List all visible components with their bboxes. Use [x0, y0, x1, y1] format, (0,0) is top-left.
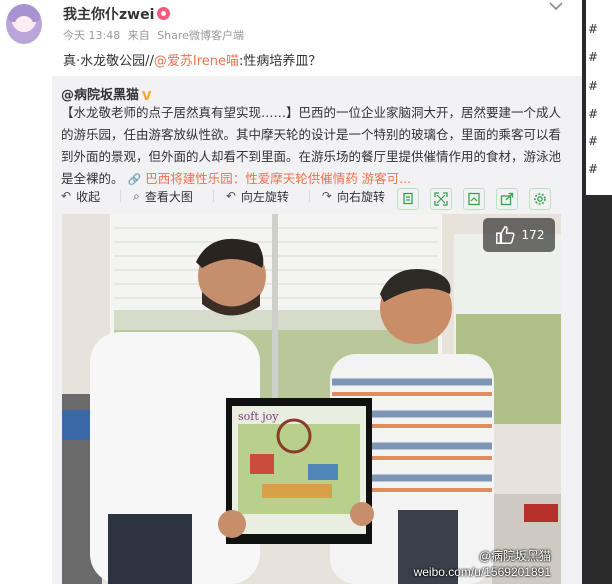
mention-link[interactable]: @爱苏Irene喵: [154, 54, 239, 69]
rotate-left-button[interactable]: ↶ 向左旋转: [226, 188, 289, 205]
rotate-left-label: 向左旋转: [240, 189, 289, 204]
thumbs-up-icon: [495, 226, 515, 244]
view-large-button[interactable]: ⌕ 查看大图: [133, 188, 193, 205]
right-sidebar-strip: # # # # # #: [582, 0, 612, 584]
sidebar-topic-item[interactable]: #: [588, 162, 598, 176]
verified-badge-icon: [157, 7, 171, 20]
repost-body: 【水龙敬老师的点子居然真有望实现……】巴西的一位企业家脑洞大开，居然要建一个成人…: [61, 102, 561, 191]
sidebar-topic-item[interactable]: #: [588, 134, 598, 148]
post-client[interactable]: Share微博客户端: [157, 29, 244, 42]
collect-label: 收起: [76, 189, 101, 204]
repost-username-text[interactable]: @病院坂黑猫: [61, 88, 139, 103]
rotate-right-button[interactable]: ↷ 向右旋转: [322, 188, 385, 205]
rotate-right-label: 向右旋转: [336, 189, 385, 204]
collect-button[interactable]: ↶ 收起: [61, 188, 100, 205]
post-meta: 今天 13:48 来自 Share微博客户端: [63, 27, 248, 43]
like-button[interactable]: 172: [483, 218, 555, 252]
sidebar-topic-item[interactable]: #: [588, 50, 598, 64]
media-actions: [397, 188, 562, 210]
magnify-icon: ⌕: [133, 188, 140, 203]
username-text[interactable]: 我主你仆zwei: [63, 7, 154, 23]
toolbar-divider: [120, 190, 122, 202]
rotate-right-icon: ↷: [321, 189, 332, 203]
repost-block: @病院坂黑猫 V 【水龙敬老师的点子居然真有望实现……】巴西的一位企业家脑洞大开，…: [52, 76, 582, 584]
watermark-url: weibo.com/u/1569201891: [413, 565, 551, 579]
vip-badge-icon: V: [142, 89, 152, 103]
settings-gear-icon[interactable]: [529, 188, 551, 210]
repost-link[interactable]: 巴西将建性乐园：性爱摩天轮供催情药 游客可...: [145, 171, 411, 186]
save-image-icon[interactable]: [463, 188, 485, 210]
weibo-post-card: 我主你仆zwei 今天 13:48 来自 Share微博客户端 真·水龙敬公园/…: [0, 0, 582, 584]
copy-icon[interactable]: [397, 188, 419, 210]
fullscreen-icon[interactable]: [430, 188, 452, 210]
share-icon[interactable]: [496, 188, 518, 210]
view-large-label: 查看大图: [144, 189, 193, 204]
post-text-suffix: :性病培养皿？: [239, 54, 322, 69]
like-count: 172: [521, 228, 545, 242]
post-text-prefix: 真·水龙敬公园//: [63, 54, 154, 69]
media-toolbar: ↶ 收起 ⌕ 查看大图 ↶ 向左旋转 ↷ 向右旋转: [61, 186, 405, 206]
toolbar-divider: [308, 190, 310, 202]
photo-watermark: @病院坂黑猫 weibo.com/u/1569201891: [414, 548, 551, 580]
avatar-face: [15, 16, 33, 32]
user-avatar[interactable]: [6, 4, 42, 44]
post-username[interactable]: 我主你仆zwei: [63, 4, 171, 24]
post-from-label: 来自: [127, 29, 150, 42]
chevron-down-icon[interactable]: [548, 0, 564, 14]
sidebar-topic-item[interactable]: #: [588, 22, 598, 36]
sidebar-topic-item[interactable]: #: [588, 107, 598, 121]
post-time[interactable]: 今天 13:48: [63, 29, 120, 42]
post-photo[interactable]: soft joy 172 @病院坂黑猫 weibo.com/u/15692018…: [62, 214, 561, 584]
collapse-icon: ↶: [61, 189, 72, 203]
photo-scene: soft joy: [62, 214, 561, 584]
link-icon: 🔗: [127, 173, 142, 186]
poster-title: soft joy: [238, 410, 279, 423]
toolbar-divider: [212, 190, 214, 202]
rotate-left-icon: ↶: [225, 189, 236, 203]
repost-username[interactable]: @病院坂黑猫 V: [61, 84, 156, 103]
post-text: 真·水龙敬公园//@爱苏Irene喵:性病培养皿？: [63, 50, 321, 69]
sidebar-topic-item[interactable]: #: [588, 79, 598, 93]
watermark-handle: @病院坂黑猫: [478, 549, 551, 563]
